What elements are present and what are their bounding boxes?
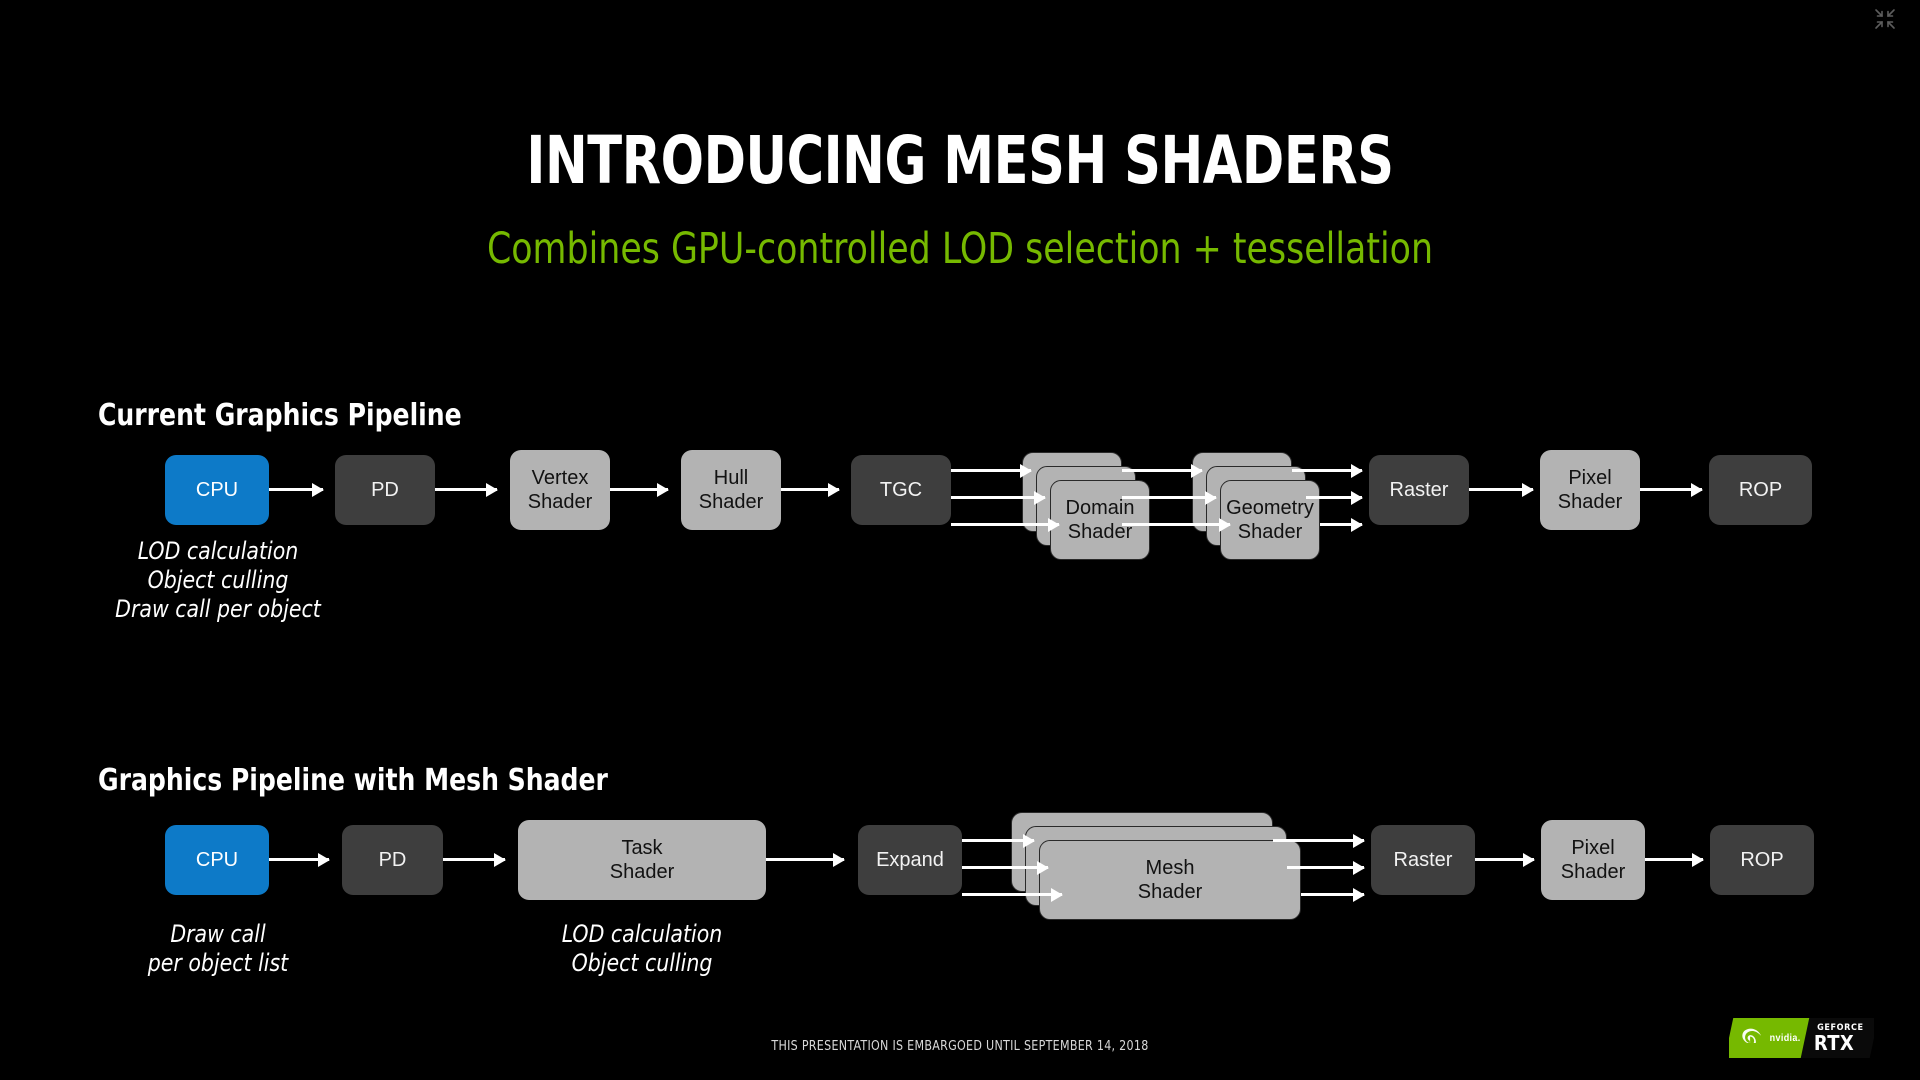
arrow-tgc-to-domain-1 — [951, 469, 1031, 472]
stage-box-rop[interactable]: ROP — [1709, 455, 1812, 525]
stage-box-raster-2[interactable]: Raster — [1371, 825, 1475, 895]
arrow-geometry-to-raster-1 — [1292, 469, 1362, 472]
section-heading-mesh: Graphics Pipeline with Mesh Shader — [98, 763, 608, 798]
arrow-expand-to-mesh-1 — [962, 839, 1034, 842]
arrow-raster-to-pixel — [1469, 488, 1533, 491]
arrow-pd-to-vertex — [435, 488, 497, 491]
logo-rtx-block: GEFORCE RTX — [1801, 1018, 1874, 1058]
arrow-task-to-expand — [766, 858, 844, 861]
stage-box-pd[interactable]: PD — [335, 455, 435, 525]
stage-box-vertex-shader[interactable]: Vertex Shader — [510, 450, 610, 530]
section-heading-current: Current Graphics Pipeline — [98, 398, 462, 433]
arrow-mesh-to-raster-1 — [1273, 839, 1364, 842]
page-subtitle: Combines GPU-controlled LOD selection + … — [486, 224, 1434, 274]
arrow-pixel-to-rop — [1640, 488, 1702, 491]
arrow-raster2-to-pixel2 — [1475, 858, 1534, 861]
slide-canvas: INTRODUCING MESH SHADERS Combines GPU-co… — [0, 0, 1920, 1080]
arrow-cpu2-to-pd2 — [269, 858, 329, 861]
stage-box-raster[interactable]: Raster — [1369, 455, 1469, 525]
stage-box-task-shader[interactable]: Task Shader — [518, 820, 766, 900]
page-title: INTRODUCING MESH SHADERS — [526, 122, 1394, 199]
stage-box-expand[interactable]: Expand — [858, 825, 962, 895]
collapse-fullscreen-icon[interactable] — [1872, 6, 1898, 32]
stack-layer-front: Geometry Shader — [1220, 480, 1320, 560]
arrow-geometry-to-raster-2 — [1306, 496, 1362, 499]
logo-rtx-text: RTX — [1814, 1030, 1855, 1055]
nvidia-eye-icon — [1741, 1028, 1763, 1049]
arrow-domain-to-geometry-2 — [1122, 496, 1216, 499]
arrow-pixel2-to-rop2 — [1645, 858, 1703, 861]
arrow-domain-to-geometry-3 — [1122, 523, 1230, 526]
arrow-vertex-to-hull — [610, 488, 668, 491]
arrow-cpu-to-pd — [269, 488, 323, 491]
arrow-domain-to-geometry-1 — [1122, 469, 1202, 472]
arrow-expand-to-mesh-2 — [962, 866, 1048, 869]
stage-box-tgc[interactable]: TGC — [851, 455, 951, 525]
stage-box-pixel-shader-2[interactable]: Pixel Shader — [1541, 820, 1645, 900]
nvidia-geforce-rtx-logo: nvidia. GEFORCE RTX — [1729, 1018, 1874, 1058]
stage-box-rop-2[interactable]: ROP — [1710, 825, 1814, 895]
arrow-mesh-to-raster-2 — [1287, 866, 1364, 869]
note-cpu-mesh: Draw call per object list — [147, 920, 289, 977]
note-task-shader: LOD calculation Object culling — [561, 920, 723, 977]
embargo-footer-note: THIS PRESENTATION IS EMBARGOED UNTIL SEP… — [771, 1039, 1149, 1054]
stage-box-cpu[interactable]: CPU — [165, 455, 269, 525]
stage-box-cpu-2[interactable]: CPU — [165, 825, 269, 895]
stage-stack-mesh-shader[interactable]: Mesh Shader — [1011, 812, 1301, 922]
arrow-expand-to-mesh-3 — [962, 893, 1062, 896]
stack-layer-front: Domain Shader — [1050, 480, 1150, 560]
arrow-hull-to-tgc — [781, 488, 839, 491]
stage-box-pd-2[interactable]: PD — [342, 825, 443, 895]
arrow-tgc-to-domain-3 — [951, 523, 1059, 526]
logo-nvidia-wordmark: nvidia. — [1769, 1032, 1801, 1044]
arrow-mesh-to-raster-3 — [1301, 893, 1364, 896]
stack-layer-front: Mesh Shader — [1039, 840, 1301, 920]
arrow-geometry-to-raster-3 — [1320, 523, 1362, 526]
stage-box-pixel-shader[interactable]: Pixel Shader — [1540, 450, 1640, 530]
stage-box-hull-shader[interactable]: Hull Shader — [681, 450, 781, 530]
note-cpu-current: LOD calculation Object culling Draw call… — [115, 537, 321, 623]
arrow-tgc-to-domain-2 — [951, 496, 1045, 499]
arrow-pd2-to-task — [443, 858, 505, 861]
